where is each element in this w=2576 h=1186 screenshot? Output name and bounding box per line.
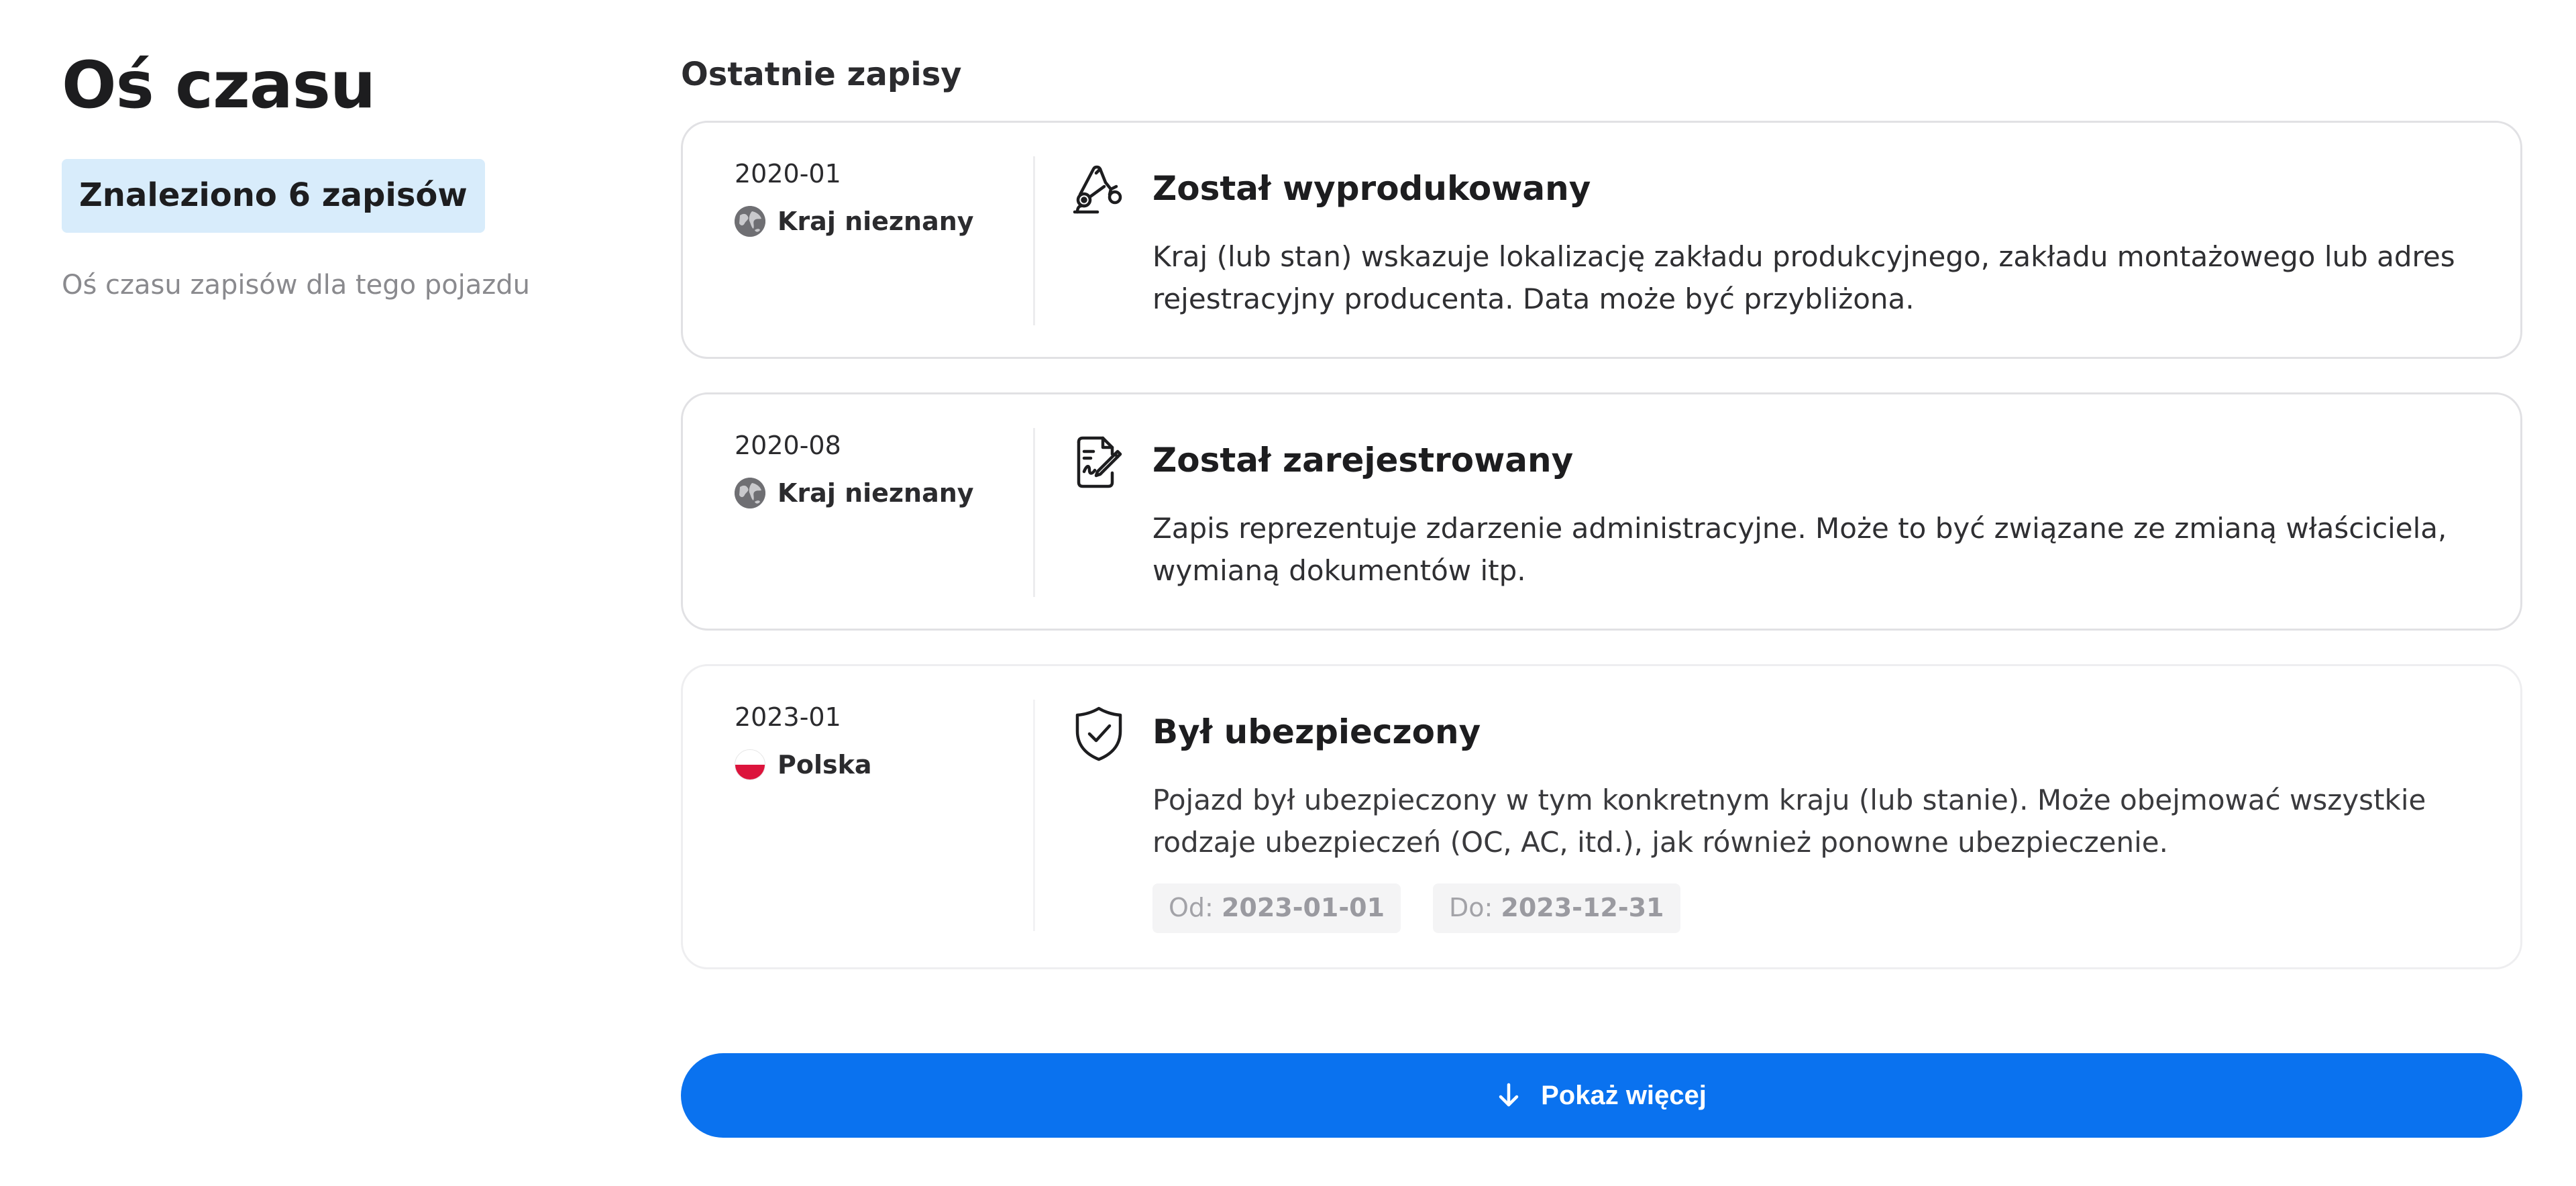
arrow-down-icon xyxy=(1497,1082,1521,1109)
records-section: Ostatnie zapisy 2020-01 Kraj nieznany Zo… xyxy=(681,54,2522,1003)
sidebar-subtitle: Oś czasu zapisów dla tego pojazdu xyxy=(62,269,531,301)
record-title: Był ubezpieczony xyxy=(1152,712,1481,752)
insurance-to-chip: Do: 2023-12-31 xyxy=(1433,883,1680,933)
record-body: Został zarejestrowany Zapis reprezentuje… xyxy=(1152,440,2467,592)
record-description: Pojazd był ubezpieczony w tym konkretnym… xyxy=(1152,784,2426,859)
record-country: Polska xyxy=(735,749,1030,780)
record-divider xyxy=(1033,156,1035,326)
record-card: 2020-01 Kraj nieznany Został wyprodukowa… xyxy=(681,121,2522,360)
insurance-from-label: Od: xyxy=(1169,893,1214,923)
insurance-from-chip: Od: 2023-01-01 xyxy=(1152,883,1401,933)
poland-flag-icon xyxy=(735,749,765,780)
record-title: Został wyprodukowany xyxy=(1152,169,1591,209)
insurance-period: Od: 2023-01-01 Do: 2023-12-31 xyxy=(1152,883,2467,933)
record-date: 2020-08 xyxy=(735,431,841,461)
globe-icon xyxy=(735,477,765,508)
record-divider xyxy=(1033,428,1035,598)
insurance-to-label: Do: xyxy=(1449,893,1493,923)
record-body: Był ubezpieczony Pojazd był ubezpieczony… xyxy=(1152,712,2467,933)
record-meta: 2023-01 Polska xyxy=(735,701,1030,780)
records-count-badge: Znaleziono 6 zapisów xyxy=(62,159,485,233)
record-card: 2023-01 Polska Był ubezpieczony Pojazd b… xyxy=(681,664,2522,970)
record-description: Zapis reprezentuje zdarzenie administrac… xyxy=(1152,512,2447,588)
page-title: Oś czasu xyxy=(62,48,376,123)
record-date: 2023-01 xyxy=(735,702,841,733)
record-date: 2020-01 xyxy=(735,159,841,189)
record-title: Został zarejestrowany xyxy=(1152,441,1574,480)
record-meta: 2020-01 Kraj nieznany xyxy=(735,158,1030,237)
record-country: Kraj nieznany xyxy=(735,477,1030,508)
record-country-label: Kraj nieznany xyxy=(777,206,974,236)
record-country-label: Polska xyxy=(777,749,872,779)
record-meta: 2020-08 Kraj nieznany xyxy=(735,429,1030,508)
shield-check-icon xyxy=(1071,703,1127,763)
record-divider xyxy=(1033,700,1035,932)
robot-arm-icon xyxy=(1071,160,1127,220)
insurance-from-value: 2023-01-01 xyxy=(1221,893,1385,923)
record-body: Został wyprodukowany Kraj (lub stan) wsk… xyxy=(1152,168,2467,320)
signed-document-icon xyxy=(1071,431,1127,492)
record-country: Kraj nieznany xyxy=(735,205,1030,237)
sidebar: Oś czasu Znaleziono 6 zapisów Oś czasu z… xyxy=(62,47,598,303)
record-description: Kraj (lub stan) wskazuje lokalizację zak… xyxy=(1152,240,2455,316)
globe-icon xyxy=(735,205,765,237)
timeline-page: Oś czasu Znaleziono 6 zapisów Oś czasu z… xyxy=(0,0,2576,1186)
section-title: Ostatnie zapisy xyxy=(681,56,962,93)
show-more-label: Pokaż więcej xyxy=(1541,1080,1707,1110)
record-card: 2020-08 Kraj nieznany Został zarejestrow… xyxy=(681,392,2522,631)
show-more-button[interactable]: Pokaż więcej xyxy=(681,1053,2522,1138)
insurance-to-value: 2023-12-31 xyxy=(1501,893,1664,923)
record-country-label: Kraj nieznany xyxy=(777,478,974,508)
